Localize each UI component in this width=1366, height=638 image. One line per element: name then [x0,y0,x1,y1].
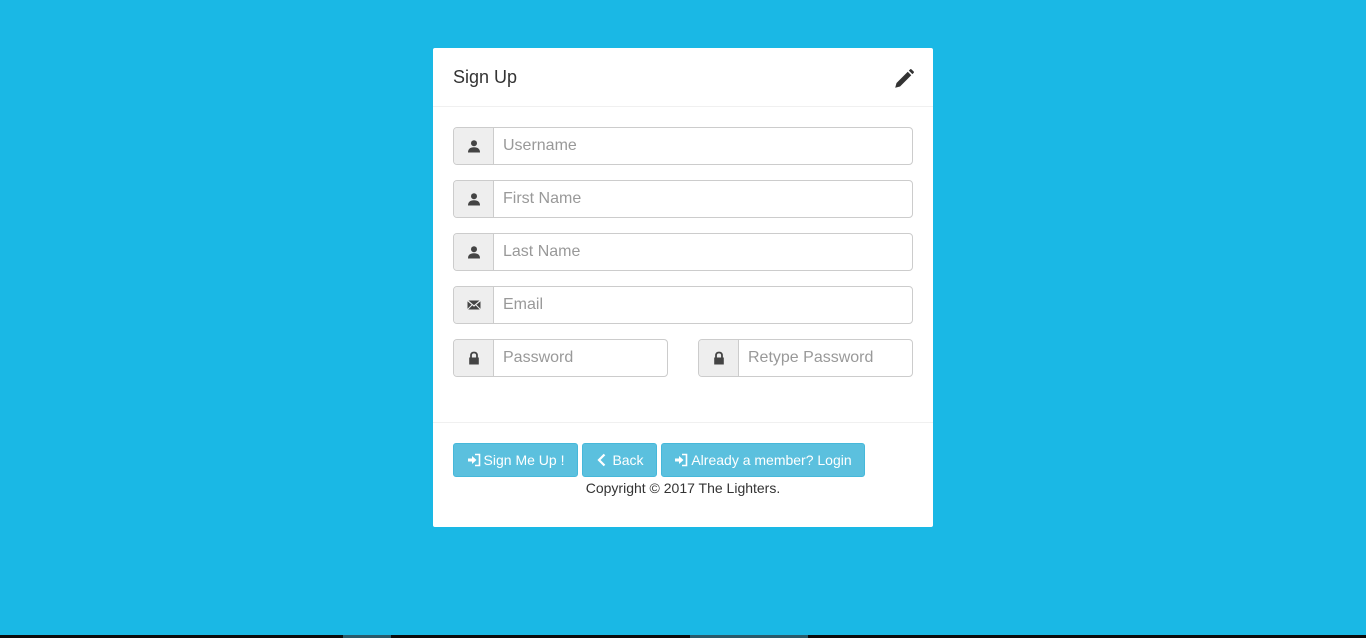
user-icon [454,128,494,164]
lock-icon [454,340,494,376]
log-in-icon [675,453,688,467]
envelope-icon [454,287,494,323]
back-label: Back [612,452,644,468]
footer-divider [433,422,933,423]
copyright-text: Copyright © 2017 The Lighters. [585,480,781,496]
password-input[interactable] [494,340,667,376]
login-label: Already a member? Login [691,452,852,468]
username-input[interactable] [494,128,912,164]
user-icon [454,234,494,270]
retype-password-group [698,339,913,377]
email-group [453,286,913,324]
first-name-input[interactable] [494,181,912,217]
first-name-group [453,180,913,218]
password-group [453,339,668,377]
retype-password-input[interactable] [739,340,912,376]
back-button[interactable]: Back [582,443,657,477]
username-group [453,127,913,165]
panel-heading: Sign Up [433,48,933,107]
user-icon [454,181,494,217]
page-title: Sign Up [453,67,518,87]
login-button[interactable]: Already a member? Login [661,443,865,477]
pencil-icon [893,68,915,90]
signup-panel: Sign Up Username First Name Last Name Em… [433,48,933,527]
log-in-icon [467,453,480,467]
lock-icon [699,340,739,376]
email-input[interactable] [494,287,912,323]
last-name-input[interactable] [494,234,912,270]
sign-up-label: Sign Me Up ! [483,452,565,468]
chevron-left-icon [597,453,606,467]
sign-up-button[interactable]: Sign Me Up ! [453,443,578,477]
last-name-group [453,233,913,271]
